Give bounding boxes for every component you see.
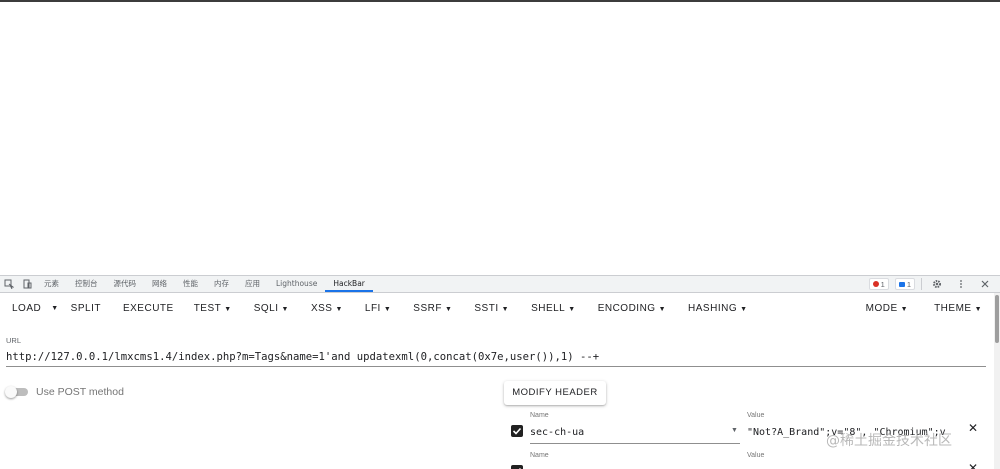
message-count: 1 xyxy=(906,279,911,289)
url-underline xyxy=(6,366,986,367)
theme-menu-label: THEME xyxy=(934,303,972,314)
header-name-label: Name xyxy=(530,412,549,419)
error-count: 1 xyxy=(880,279,885,289)
chevron-down-icon: ▼ xyxy=(335,306,343,313)
shell-menu[interactable]: SHELL ▼ xyxy=(517,293,584,325)
test-menu-label: TEST xyxy=(193,303,222,314)
tab-hackbar[interactable]: HackBar xyxy=(325,276,373,292)
lfi-menu[interactable]: LFI ▼ xyxy=(351,293,399,325)
chevron-down-icon: ▼ xyxy=(740,306,748,313)
theme-menu[interactable]: THEME ▼ xyxy=(926,293,1000,325)
chevron-down-icon[interactable]: ▼ xyxy=(731,427,738,434)
page-viewport xyxy=(0,2,1000,275)
shell-menu-label: SHELL xyxy=(531,303,566,314)
remove-header-close-icon[interactable]: ✕ xyxy=(968,461,978,469)
remove-header-close-icon[interactable]: ✕ xyxy=(968,421,978,435)
hackbar-toolbar: LOAD ▼ SPLIT EXECUTE TEST ▼ SQLI ▼ XSS ▼ LF… xyxy=(0,293,1000,325)
load-button[interactable]: LOAD xyxy=(0,293,47,325)
chevron-down-icon: ▼ xyxy=(658,306,667,313)
devtools-tab-bar: 元素 控制台 源代码 网络 性能 内存 应用 Lighthouse HackBa… xyxy=(0,275,1000,293)
header-name-label: Name xyxy=(530,452,549,459)
chevron-down-icon: ▼ xyxy=(501,306,510,313)
chevron-down-icon: ▼ xyxy=(383,306,392,313)
ssti-menu[interactable]: SSTI ▼ xyxy=(460,293,517,325)
error-icon xyxy=(872,281,879,287)
tab-application[interactable]: 应用 xyxy=(237,276,268,292)
header-row: Name Value ✕ xyxy=(504,452,994,469)
device-toolbar-icon[interactable] xyxy=(18,276,36,292)
url-input[interactable]: http://127.0.0.1/lmxcms1.4/index.php?m=T… xyxy=(6,351,986,363)
toggle-knob xyxy=(5,386,17,398)
chevron-down-icon: ▼ xyxy=(974,306,982,313)
inspect-element-icon[interactable] xyxy=(0,276,18,292)
close-icon[interactable] xyxy=(976,276,994,292)
post-method-toggle[interactable] xyxy=(5,386,29,398)
tab-sources[interactable]: 源代码 xyxy=(106,276,145,292)
load-dropdown-icon[interactable]: ▼ xyxy=(47,293,62,325)
mode-menu-label: MODE xyxy=(865,303,898,314)
scrollbar-thumb[interactable] xyxy=(995,295,999,343)
header-enabled-checkbox[interactable] xyxy=(511,465,523,469)
tab-performance[interactable]: 性能 xyxy=(175,276,206,292)
header-name-underline xyxy=(530,443,740,444)
execute-button[interactable]: EXECUTE xyxy=(109,293,182,325)
tab-console[interactable]: 控制台 xyxy=(67,276,106,292)
ssrf-menu-label: SSRF xyxy=(413,303,442,314)
chevron-down-icon: ▼ xyxy=(900,306,909,313)
gear-icon[interactable] xyxy=(928,276,946,292)
checkmark-icon xyxy=(512,427,522,435)
encoding-menu-label: ENCODING xyxy=(597,303,656,314)
ssti-menu-label: SSTI xyxy=(474,303,499,314)
url-label: URL xyxy=(6,336,22,345)
message-count-badge[interactable]: 1 xyxy=(894,278,915,290)
chevron-down-icon: ▼ xyxy=(444,306,453,313)
tab-memory[interactable]: 内存 xyxy=(206,276,237,292)
ssrf-menu[interactable]: SSRF ▼ xyxy=(399,293,460,325)
modify-header-button[interactable]: MODIFY HEADER xyxy=(504,381,606,405)
chevron-down-icon: ▼ xyxy=(224,306,232,313)
message-icon xyxy=(898,281,905,287)
more-options-icon[interactable] xyxy=(952,276,970,292)
chevron-down-icon: ▼ xyxy=(281,306,289,313)
split-button[interactable]: SPLIT xyxy=(63,293,109,325)
hashing-menu-label: HASHING xyxy=(688,303,738,314)
xss-menu-label: XSS xyxy=(310,303,333,314)
sqli-menu[interactable]: SQLI ▼ xyxy=(240,293,297,325)
tab-elements[interactable]: 元素 xyxy=(36,276,67,292)
hashing-menu[interactable]: HASHING ▼ xyxy=(674,293,756,325)
header-value-label: Value xyxy=(747,452,765,459)
tab-network[interactable]: 网络 xyxy=(144,276,175,292)
toolbar-divider xyxy=(921,278,922,290)
header-enabled-checkbox[interactable] xyxy=(511,425,523,437)
test-menu[interactable]: TEST ▼ xyxy=(182,293,240,325)
header-name-select[interactable]: sec-ch-ua xyxy=(530,427,584,438)
header-value-label: Value xyxy=(747,412,765,419)
lfi-menu-label: LFI xyxy=(364,303,381,314)
post-method-label: Use POST method xyxy=(36,386,124,398)
mode-menu[interactable]: MODE ▼ xyxy=(858,293,926,325)
chevron-down-icon: ▼ xyxy=(568,306,576,313)
error-count-badge[interactable]: 1 xyxy=(868,278,889,290)
xss-menu[interactable]: XSS ▼ xyxy=(297,293,351,325)
tab-lighthouse[interactable]: Lighthouse xyxy=(268,276,325,292)
encoding-menu[interactable]: ENCODING ▼ xyxy=(584,293,674,325)
sqli-menu-label: SQLI xyxy=(253,303,279,314)
watermark: @稀土掘金技术社区 xyxy=(826,433,952,449)
